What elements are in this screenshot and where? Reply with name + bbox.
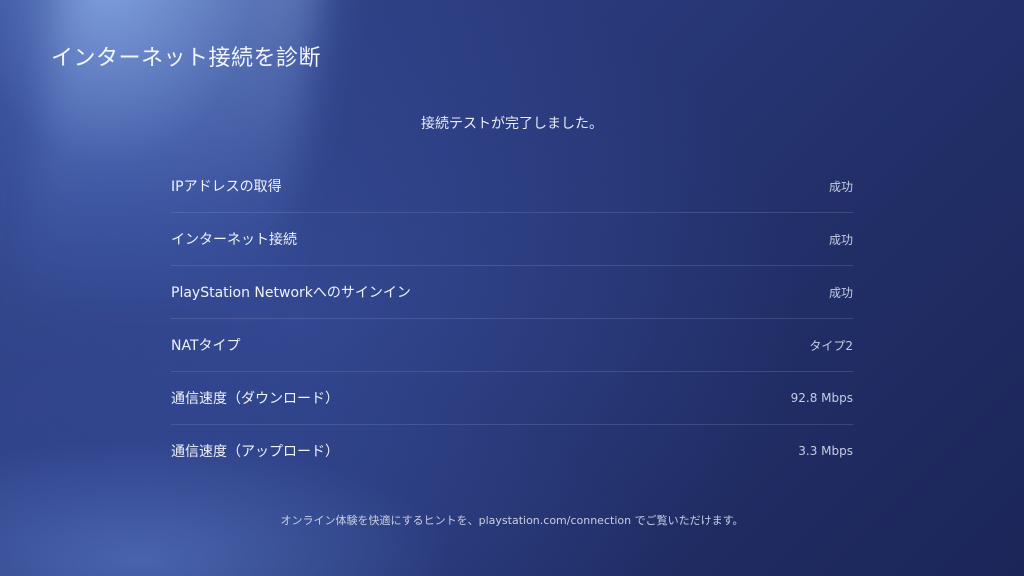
- result-label: インターネット接続: [171, 232, 297, 248]
- page-title: インターネット接続を診断: [51, 46, 322, 71]
- footer-hint: オンライン体験を快適にするヒントを、playstation.com/connec…: [280, 514, 744, 527]
- result-value: 成功: [828, 285, 853, 300]
- result-value: 成功: [828, 232, 853, 247]
- result-value: 3.3 Mbps: [798, 444, 853, 458]
- results-list: IPアドレスの取得 成功 インターネット接続 成功 PlayStation Ne…: [171, 160, 853, 477]
- result-value: 成功: [828, 179, 853, 194]
- result-row-psn-signin: PlayStation Networkへのサインイン 成功: [171, 266, 853, 319]
- result-row-download-speed: 通信速度（ダウンロード） 92.8 Mbps: [171, 372, 853, 425]
- result-label: NATタイプ: [171, 338, 241, 354]
- result-row-nat-type: NATタイプ タイプ2: [171, 319, 853, 372]
- result-row-internet-connection: インターネット接続 成功: [171, 213, 853, 266]
- result-row-upload-speed: 通信速度（アップロード） 3.3 Mbps: [171, 425, 853, 477]
- result-row-ip-address: IPアドレスの取得 成功: [171, 160, 853, 213]
- result-label: PlayStation Networkへのサインイン: [171, 285, 411, 301]
- status-message: 接続テストが完了しました。: [421, 116, 603, 132]
- result-value: タイプ2: [809, 338, 853, 353]
- result-label: IPアドレスの取得: [171, 179, 282, 195]
- result-label: 通信速度（アップロード）: [171, 444, 339, 460]
- result-value: 92.8 Mbps: [790, 391, 853, 405]
- result-label: 通信速度（ダウンロード）: [171, 391, 339, 407]
